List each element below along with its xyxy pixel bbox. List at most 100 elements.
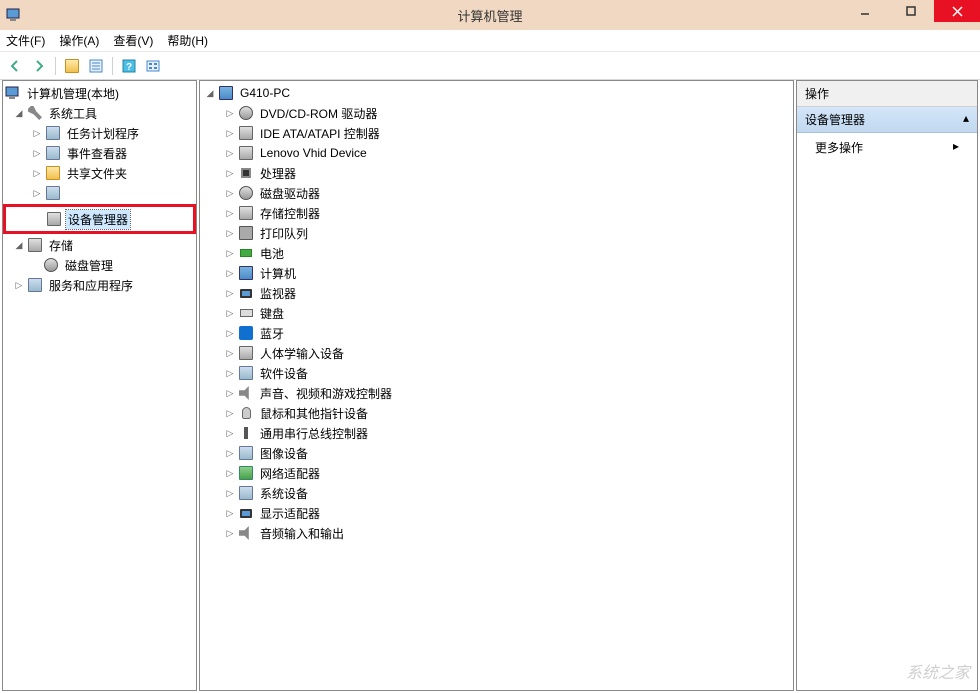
expand-icon[interactable]: ▷ [224, 147, 236, 159]
collapse-icon[interactable]: ◢ [13, 239, 25, 251]
device-icon [238, 105, 254, 121]
device-category[interactable]: ▷人体学输入设备 [200, 343, 793, 363]
device-category[interactable]: ▷ 声音、视频和游戏控制器 [200, 383, 793, 403]
tree-shared-folders[interactable]: ▷ 共享文件夹 [3, 163, 196, 183]
disk-mgmt-icon [43, 257, 59, 273]
actions-section[interactable]: 设备管理器 ▴ [797, 107, 977, 133]
expand-icon[interactable]: ▷ [224, 267, 236, 279]
toolbar-separator [112, 57, 113, 75]
device-category[interactable]: ▷监视器 [200, 283, 793, 303]
device-icon [238, 205, 254, 221]
expand-icon[interactable]: ▷ [224, 207, 236, 219]
svg-text:?: ? [126, 62, 132, 73]
properties-button[interactable] [85, 55, 107, 77]
tree-label: 设备管理器 [66, 210, 130, 229]
expand-icon[interactable]: ▷ [31, 167, 43, 179]
device-category[interactable]: ▷系统设备 [200, 483, 793, 503]
expand-icon[interactable]: ▷ [224, 527, 236, 539]
collapse-icon[interactable]: ◢ [13, 107, 25, 119]
tree-item-hidden[interactable]: ▷ [3, 183, 196, 203]
tree-label: 蓝牙 [258, 324, 286, 343]
left-tree-pane[interactable]: 计算机管理(本地) ◢ 系统工具 ▷ 任务计划程序 ▷ 事件查看器 ▷ 共享文件… [2, 80, 197, 691]
device-icon [238, 285, 254, 301]
expand-icon[interactable]: ▷ [31, 147, 43, 159]
device-category[interactable]: ▷键盘 [200, 303, 793, 323]
expand-icon[interactable]: ▷ [224, 427, 236, 439]
expand-icon[interactable]: ▷ [224, 367, 236, 379]
forward-button[interactable] [28, 55, 50, 77]
expand-icon[interactable]: ▷ [224, 327, 236, 339]
help-button[interactable]: ? [118, 55, 140, 77]
device-category[interactable]: ▷网络适配器 [200, 463, 793, 483]
tree-task-scheduler[interactable]: ▷ 任务计划程序 [3, 123, 196, 143]
expand-icon[interactable]: ▷ [224, 387, 236, 399]
expand-icon[interactable]: ▷ [13, 279, 25, 291]
menu-help[interactable]: 帮助(H) [167, 32, 208, 49]
minimize-button[interactable] [842, 0, 888, 22]
tree-device-manager[interactable]: 设备管理器 [6, 209, 193, 229]
device-category[interactable]: ▷打印队列 [200, 223, 793, 243]
close-button[interactable] [934, 0, 980, 22]
device-category[interactable]: ▷ 音频输入和输出 [200, 523, 793, 543]
more-actions[interactable]: 更多操作 ▸ [797, 133, 977, 162]
collapse-icon[interactable]: ◢ [204, 87, 216, 99]
device-category[interactable]: ▷存储控制器 [200, 203, 793, 223]
device-icon [238, 165, 254, 181]
expand-icon[interactable]: ▷ [224, 447, 236, 459]
tree-label: 声音、视频和游戏控制器 [258, 384, 394, 403]
expand-icon[interactable]: ▷ [224, 127, 236, 139]
menu-action[interactable]: 操作(A) [59, 32, 99, 49]
device-icon [238, 185, 254, 201]
device-tree-pane[interactable]: ◢ G410-PC ▷DVD/CD-ROM 驱动器▷IDE ATA/ATAPI … [199, 80, 794, 691]
expand-icon[interactable]: ▷ [31, 127, 43, 139]
expand-icon[interactable]: ▷ [224, 467, 236, 479]
expand-icon[interactable]: ▷ [224, 347, 236, 359]
tree-root[interactable]: 计算机管理(本地) [3, 83, 196, 103]
device-manager-icon [46, 211, 62, 227]
tree-disk-mgmt[interactable]: 磁盘管理 [3, 255, 196, 275]
tree-label: 服务和应用程序 [47, 276, 135, 295]
menu-view[interactable]: 查看(V) [113, 32, 153, 49]
device-icon [238, 425, 254, 441]
back-button[interactable] [4, 55, 26, 77]
view-button[interactable] [142, 55, 164, 77]
device-category[interactable]: ▷计算机 [200, 263, 793, 283]
expand-icon[interactable]: ▷ [224, 307, 236, 319]
device-root[interactable]: ◢ G410-PC [200, 83, 793, 103]
device-category[interactable]: ▷电池 [200, 243, 793, 263]
tree-services[interactable]: ▷ 服务和应用程序 [3, 275, 196, 295]
device-category[interactable]: ▷DVD/CD-ROM 驱动器 [200, 103, 793, 123]
device-icon [238, 365, 254, 381]
maximize-button[interactable] [888, 0, 934, 22]
device-category[interactable]: ▷IDE ATA/ATAPI 控制器 [200, 123, 793, 143]
device-category[interactable]: ▷磁盘驱动器 [200, 183, 793, 203]
device-category[interactable]: ▷ 蓝牙 [200, 323, 793, 343]
device-category[interactable]: ▷鼠标和其他指针设备 [200, 403, 793, 423]
menu-file[interactable]: 文件(F) [6, 32, 45, 49]
expand-icon[interactable]: ▷ [224, 187, 236, 199]
tree-label: 音频输入和输出 [258, 524, 346, 543]
device-category[interactable]: ▷软件设备 [200, 363, 793, 383]
expand-icon[interactable]: ▷ [224, 487, 236, 499]
tree-storage[interactable]: ◢ 存储 [3, 235, 196, 255]
expand-icon[interactable]: ▷ [224, 287, 236, 299]
expand-icon[interactable]: ▷ [31, 187, 43, 199]
expand-icon[interactable]: ▷ [224, 407, 236, 419]
expand-icon[interactable]: ▷ [224, 167, 236, 179]
expand-icon[interactable]: ▷ [224, 227, 236, 239]
device-category[interactable]: ▷Lenovo Vhid Device [200, 143, 793, 163]
device-category[interactable]: ▷图像设备 [200, 443, 793, 463]
expand-icon[interactable]: ▷ [224, 107, 236, 119]
expand-icon[interactable]: ▷ [224, 507, 236, 519]
scheduler-icon [45, 125, 61, 141]
device-category[interactable]: ▷显示适配器 [200, 503, 793, 523]
device-category[interactable]: ▷处理器 [200, 163, 793, 183]
show-hide-tree-button[interactable] [61, 55, 83, 77]
event-viewer-icon [45, 145, 61, 161]
tree-system-tools[interactable]: ◢ 系统工具 [3, 103, 196, 123]
tree-event-viewer[interactable]: ▷ 事件查看器 [3, 143, 196, 163]
expand-icon[interactable]: ▷ [224, 247, 236, 259]
titlebar: 计算机管理 [0, 0, 980, 30]
device-category[interactable]: ▷通用串行总线控制器 [200, 423, 793, 443]
tree-label: 任务计划程序 [65, 124, 141, 143]
